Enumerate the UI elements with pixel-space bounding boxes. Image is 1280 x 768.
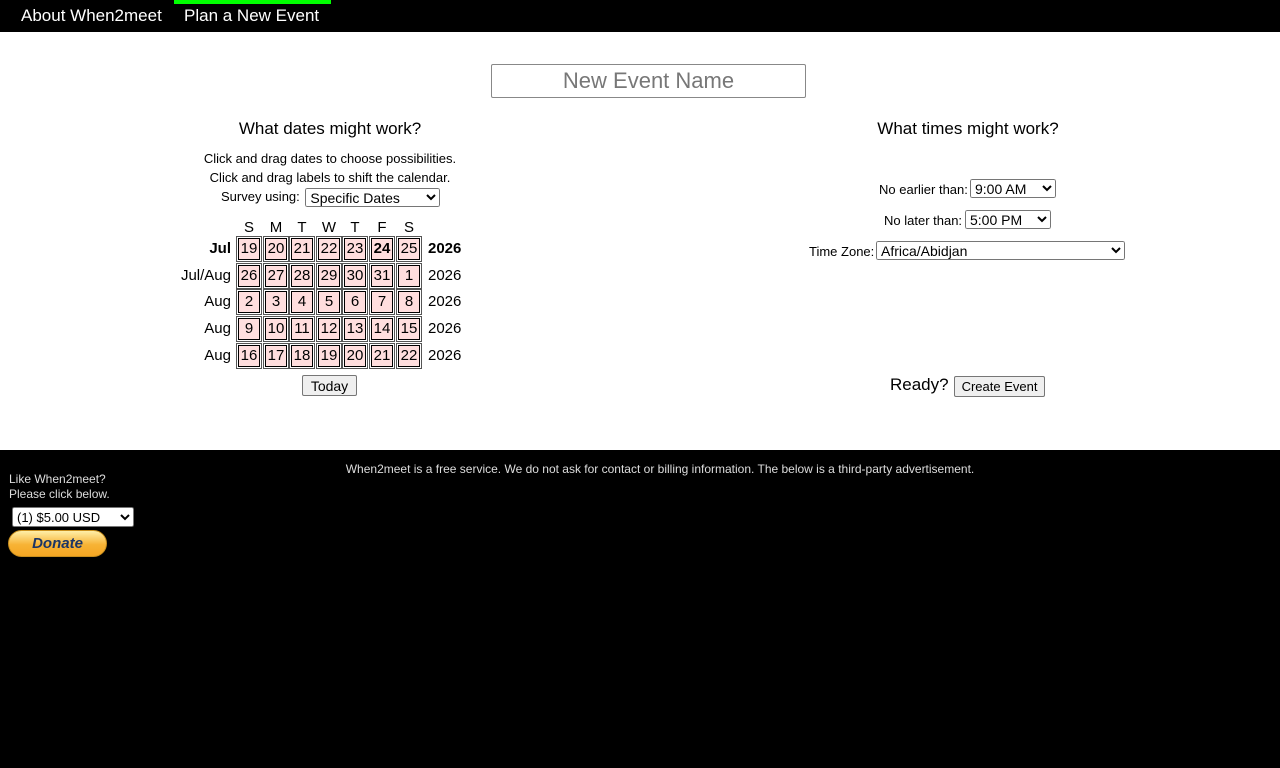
calendar-day-cell[interactable]: 25 [396, 236, 422, 262]
calendar-day-cell[interactable]: 29 [316, 263, 342, 289]
week-month-label[interactable]: Jul [179, 240, 231, 257]
top-nav: About When2meet Plan a New Event [0, 0, 1280, 32]
week-year-label[interactable]: 2026 [428, 347, 461, 364]
calendar-day-cell[interactable]: 18 [289, 343, 315, 369]
calendar-day-cell[interactable]: 9 [236, 316, 262, 342]
calendar-day-cell[interactable]: 12 [316, 316, 342, 342]
calendar-day-cell[interactable]: 10 [263, 316, 289, 342]
week-year-label[interactable]: 2026 [428, 267, 461, 284]
calendar-day-cell[interactable]: 24 [369, 236, 395, 262]
day-of-week-header: W [321, 219, 337, 236]
day-of-week-header: S [243, 219, 254, 236]
week-year-label[interactable]: 2026 [428, 320, 461, 337]
day-of-week-header: F [377, 219, 387, 236]
week-month-label[interactable]: Jul/Aug [179, 267, 231, 284]
calendar-day-cell[interactable]: 4 [289, 289, 315, 315]
dates-heading: What dates might work? [238, 119, 422, 138]
calendar-day-cell[interactable]: 6 [342, 289, 368, 315]
donate-prompt: Like When2meet? Please click below. [9, 472, 110, 502]
footer-notice: When2meet is a free service. We do not a… [345, 462, 975, 476]
week-month-label[interactable]: Aug [179, 293, 231, 310]
calendar-day-cell[interactable]: 8 [396, 289, 422, 315]
latest-time-label: No later than: [884, 213, 963, 228]
calendar-day-cell[interactable]: 27 [263, 263, 289, 289]
calendar-day-cell[interactable]: 3 [263, 289, 289, 315]
nav-active-indicator [174, 0, 331, 4]
earliest-time-select[interactable]: 9:00 AM [970, 179, 1056, 198]
dates-instruction-shift: Click and drag labels to shift the calen… [209, 170, 451, 185]
day-of-week-header: M [269, 219, 283, 236]
survey-type-label: Survey using: [221, 188, 300, 204]
week-month-label[interactable]: Aug [179, 347, 231, 364]
create-event-button[interactable]: Create Event [954, 376, 1045, 397]
calendar-day-cell[interactable]: 11 [289, 316, 315, 342]
nav-plan-event-link[interactable]: Plan a New Event [174, 0, 331, 32]
calendar-day-cell[interactable]: 28 [289, 263, 315, 289]
calendar-day-cell[interactable]: 14 [369, 316, 395, 342]
day-of-week-header: T [350, 219, 360, 236]
earliest-time-label: No earlier than: [879, 182, 968, 197]
event-form: What dates might work? Click and drag da… [0, 32, 1280, 450]
calendar-day-cell[interactable]: 2 [236, 289, 262, 315]
week-year-label[interactable]: 2026 [428, 293, 461, 310]
calendar-day-cell[interactable]: 22 [396, 343, 422, 369]
calendar-day-cell[interactable]: 21 [369, 343, 395, 369]
week-month-label[interactable]: Aug [179, 320, 231, 337]
week-year-label[interactable]: 2026 [428, 240, 461, 257]
calendar-day-cell[interactable]: 31 [369, 263, 395, 289]
donate-amount-select[interactable]: (1) $5.00 USD [12, 507, 134, 527]
calendar-day-cell[interactable]: 23 [342, 236, 368, 262]
ready-label: Ready? [890, 375, 949, 394]
calendar-day-cell[interactable]: 20 [263, 236, 289, 262]
calendar-day-cell[interactable]: 5 [316, 289, 342, 315]
timezone-select[interactable]: Africa/Abidjan [876, 241, 1125, 260]
calendar-day-cell[interactable]: 13 [342, 316, 368, 342]
day-of-week-header: S [403, 219, 414, 236]
survey-type-select[interactable]: Specific Dates [305, 188, 441, 207]
nav-plan-label: Plan a New Event [184, 6, 320, 25]
timezone-label: Time Zone: [809, 244, 875, 259]
calendar-day-cell[interactable]: 19 [316, 343, 342, 369]
calendar-day-cell[interactable]: 20 [342, 343, 368, 369]
donate-button[interactable]: Donate [8, 530, 107, 557]
calendar-day-cell[interactable]: 22 [316, 236, 342, 262]
day-of-week-header: T [297, 219, 307, 236]
calendar-day-cell[interactable]: 17 [263, 343, 289, 369]
calendar-day-cell[interactable]: 30 [342, 263, 368, 289]
calendar-day-cell[interactable]: 15 [396, 316, 422, 342]
times-heading: What times might work? [877, 119, 1059, 138]
dates-instruction-drag: Click and drag dates to choose possibili… [203, 151, 457, 166]
calendar-day-cell[interactable]: 19 [236, 236, 262, 262]
donate-prompt-line1: Like When2meet? [9, 472, 106, 486]
event-name-input[interactable] [491, 64, 806, 98]
calendar-day-cell[interactable]: 21 [289, 236, 315, 262]
calendar-day-cell[interactable]: 1 [396, 263, 422, 289]
survey-type-row: Survey using: Specific Dates [221, 188, 441, 207]
calendar-day-cell[interactable]: 26 [236, 263, 262, 289]
latest-time-select[interactable]: 5:00 PM [965, 210, 1051, 229]
donate-prompt-line2: Please click below. [9, 487, 110, 501]
nav-about-link[interactable]: About When2meet [21, 0, 162, 32]
calendar-day-cell[interactable]: 7 [369, 289, 395, 315]
today-button[interactable]: Today [302, 375, 357, 396]
calendar-day-cell[interactable]: 16 [236, 343, 262, 369]
